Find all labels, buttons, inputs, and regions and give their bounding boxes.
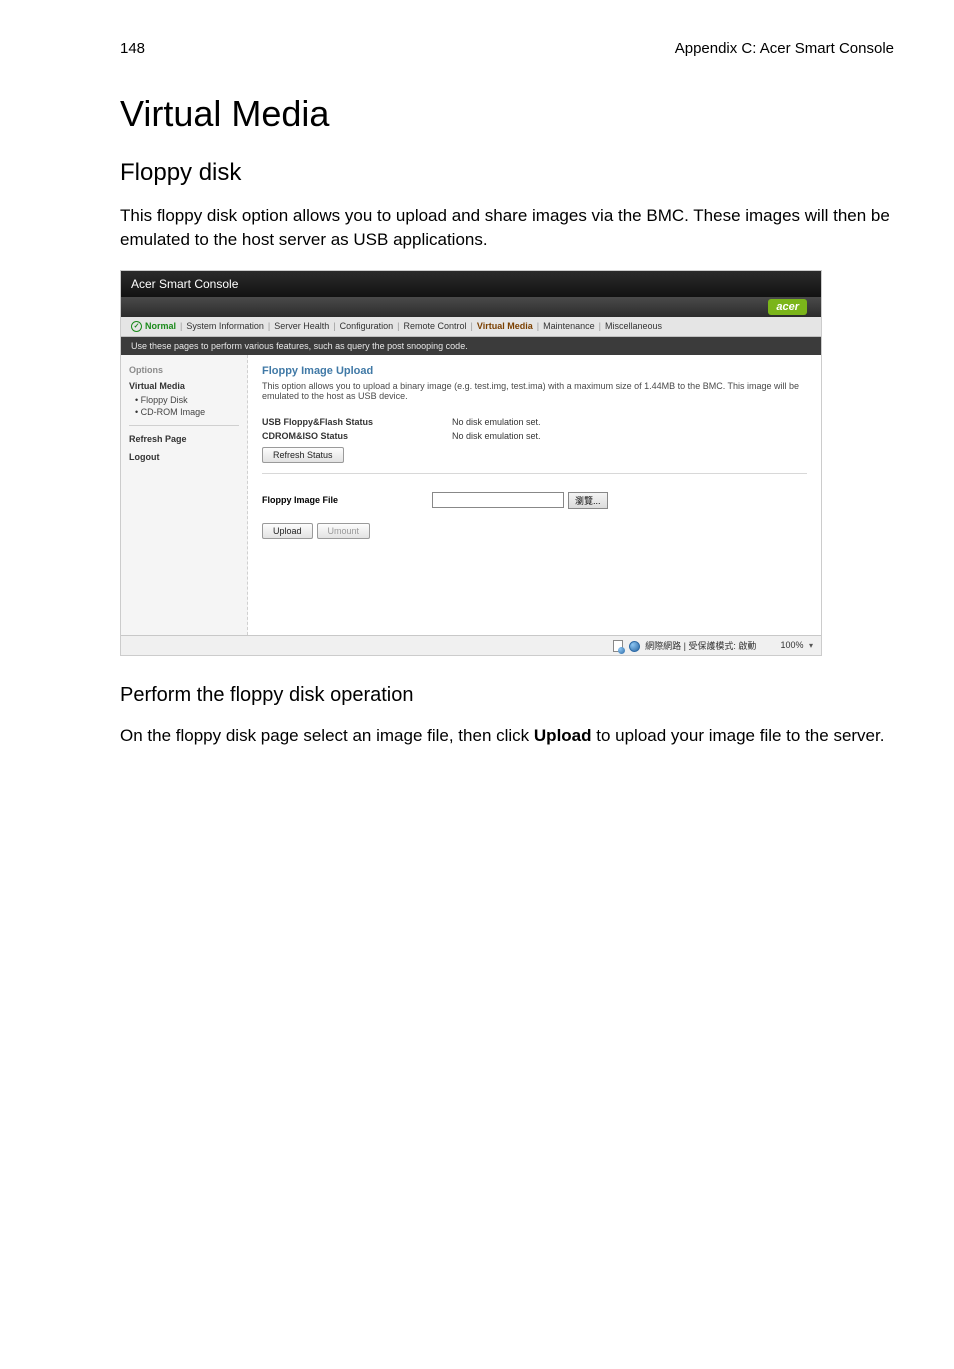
upload-button[interactable]: Upload [262, 523, 313, 539]
sidebar-logout[interactable]: Logout [129, 452, 239, 462]
page-number: 148 [120, 40, 145, 57]
panel-title: Floppy Image Upload [262, 365, 807, 377]
nav-separator: | [471, 321, 473, 331]
sidebar-title: Options [129, 365, 239, 375]
status-indicator: ✓ Normal [131, 321, 176, 332]
heading-perform-operation: Perform the floppy disk operation [120, 684, 894, 707]
outro-text-pre: On the floppy disk page select an image … [120, 726, 534, 745]
internet-zone-text: 網際網路 | 受保護模式: 啟動 [645, 641, 756, 651]
brand-bar: acer [121, 297, 821, 317]
heading-floppy-disk: Floppy disk [120, 159, 894, 187]
panel-divider [262, 473, 807, 474]
outro-bold-upload: Upload [534, 726, 592, 745]
usb-status-label: USB Floppy&Flash Status [262, 417, 392, 427]
floppy-file-label: Floppy Image File [262, 495, 392, 505]
appendix-title: Appendix C: Acer Smart Console [675, 40, 894, 57]
nav-virtual-media[interactable]: Virtual Media [477, 321, 533, 331]
window-title: Acer Smart Console [121, 271, 821, 297]
status-label: Normal [145, 321, 176, 331]
panel-description: This option allows you to upload a binar… [262, 381, 807, 401]
sidebar-item-floppy-disk[interactable]: Floppy Disk [135, 395, 239, 405]
nav-separator: | [599, 321, 601, 331]
sidebar-divider [129, 425, 239, 426]
console-screenshot: Acer Smart Console acer ✓ Normal | Syste… [120, 270, 822, 657]
refresh-status-button[interactable]: Refresh Status [262, 447, 344, 463]
usb-status-value: No disk emulation set. [452, 417, 541, 427]
browser-status-bar: 網際網路 | 受保護模式: 啟動 100% ▾ [121, 635, 821, 656]
sidebar: Options Virtual Media Floppy Disk CD-ROM… [121, 355, 248, 635]
nav-separator: | [268, 321, 270, 331]
nav-separator: | [180, 321, 182, 331]
umount-button[interactable]: Umount [317, 523, 371, 539]
internet-zone-indicator: 網際網路 | 受保護模式: 啟動 [613, 639, 756, 653]
nav-separator: | [537, 321, 539, 331]
check-icon: ✓ [131, 321, 142, 332]
heading-virtual-media: Virtual Media [120, 93, 894, 135]
nav-maintenance[interactable]: Maintenance [543, 321, 595, 331]
intro-paragraph: This floppy disk option allows you to up… [120, 204, 894, 252]
sidebar-section-virtual-media[interactable]: Virtual Media [129, 381, 239, 391]
sub-nav-description: Use these pages to perform various featu… [121, 337, 821, 355]
main-nav: ✓ Normal | System Information | Server H… [121, 317, 821, 337]
nav-separator: | [333, 321, 335, 331]
cdrom-status-label: CDROM&ISO Status [262, 431, 392, 441]
acer-logo: acer [768, 299, 807, 315]
floppy-file-input[interactable] [432, 492, 564, 508]
nav-remote-control[interactable]: Remote Control [404, 321, 467, 331]
nav-miscellaneous[interactable]: Miscellaneous [605, 321, 662, 331]
zoom-indicator[interactable]: 100% ▾ [780, 640, 813, 650]
outro-text-post: to upload your image file to the server. [592, 726, 885, 745]
page-icon [613, 640, 623, 652]
main-panel: Floppy Image Upload This option allows y… [248, 355, 821, 635]
browse-button[interactable]: 瀏覽... [568, 492, 608, 509]
nav-configuration[interactable]: Configuration [340, 321, 394, 331]
sidebar-item-cdrom-image[interactable]: CD-ROM Image [135, 407, 239, 417]
outro-paragraph: On the floppy disk page select an image … [120, 724, 894, 748]
nav-separator: | [397, 321, 399, 331]
cdrom-status-value: No disk emulation set. [452, 431, 541, 441]
nav-server-health[interactable]: Server Health [274, 321, 329, 331]
zoom-value: 100% [780, 640, 803, 650]
nav-system-information[interactable]: System Information [186, 321, 264, 331]
chevron-down-icon: ▾ [809, 641, 813, 650]
globe-icon [629, 641, 640, 652]
sidebar-refresh-page[interactable]: Refresh Page [129, 434, 239, 444]
